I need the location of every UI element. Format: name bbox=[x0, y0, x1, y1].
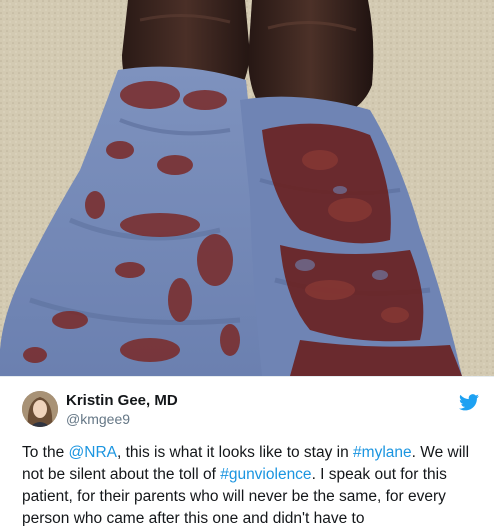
twitter-bird-icon[interactable] bbox=[459, 394, 479, 411]
hashtag-link-gunviolence[interactable]: #gunviolence bbox=[220, 466, 311, 483]
hashtag-link-mylane[interactable]: #mylane bbox=[353, 444, 412, 461]
tweet-photo[interactable] bbox=[0, 0, 494, 376]
tweet-text-segment: , this is what it looks like to stay in bbox=[117, 444, 354, 461]
tweet-text: To the @NRA, this is what it looks like … bbox=[22, 442, 484, 526]
author-handle[interactable]: @kmgee9 bbox=[66, 410, 178, 428]
tweet-text-segment: To the bbox=[22, 444, 69, 461]
tweet-author[interactable]: Kristin Gee, MD @kmgee9 bbox=[66, 391, 178, 428]
bloody-scrubs-image bbox=[0, 0, 494, 376]
tweet-card: Kristin Gee, MD @kmgee9 To the @NRA, thi… bbox=[0, 376, 494, 526]
avatar[interactable] bbox=[22, 391, 58, 427]
author-display-name[interactable]: Kristin Gee, MD bbox=[66, 391, 178, 410]
mention-link-nra[interactable]: @NRA bbox=[69, 444, 117, 461]
